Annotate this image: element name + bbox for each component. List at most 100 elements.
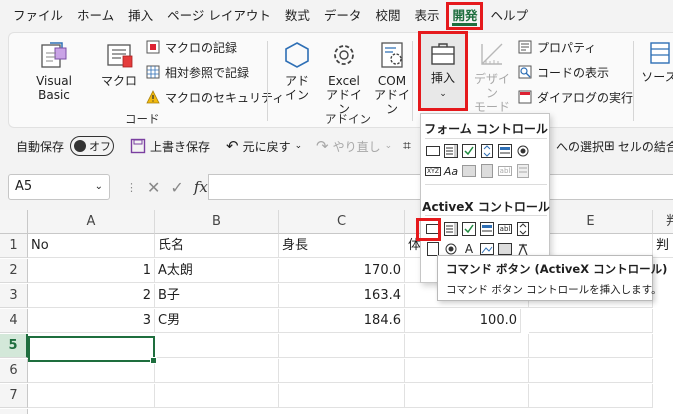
design-mode-button[interactable]: デザイン モード (469, 39, 515, 114)
form-list-box-icon[interactable] (497, 143, 513, 159)
cell-b2[interactable]: A太朗 (155, 259, 279, 283)
cell-c2[interactable]: 170.0 (279, 259, 405, 283)
cell-a6[interactable] (28, 359, 155, 383)
macro-security-button[interactable]: マクロのセキュリティ (145, 87, 284, 107)
cell-c6[interactable] (279, 359, 405, 383)
row-header-4[interactable]: 4 (0, 309, 28, 333)
cell-e6[interactable] (529, 359, 653, 383)
form-group-box-icon[interactable]: XYZ (425, 163, 441, 179)
cell-f1[interactable]: 判 (653, 234, 673, 258)
run-dialog-button[interactable]: ダイアログの実行 (517, 87, 633, 107)
form-text-field-icon[interactable]: abl (497, 163, 513, 179)
redo-button[interactable]: ↷ やり直し ⌄ (316, 130, 392, 162)
crop-icon[interactable]: ⌗ (403, 130, 411, 162)
activex-text-box-icon[interactable]: abl (497, 221, 513, 237)
form-label-icon[interactable]: Aa (443, 163, 459, 179)
cell-e4[interactable] (529, 309, 653, 333)
active-cell-a5[interactable] (28, 336, 157, 364)
insert-controls-button[interactable]: 挿入 ⌄ (418, 31, 468, 111)
relative-reference-button[interactable]: 相対参照で記録 (145, 62, 249, 82)
tab-data[interactable]: データ (317, 0, 369, 32)
row-header-1[interactable]: 1 (0, 234, 28, 258)
tab-help[interactable]: ヘルプ (483, 0, 535, 32)
tab-home[interactable]: ホーム (70, 0, 121, 32)
tab-page-layout[interactable]: ページ レイアウト (160, 0, 278, 32)
tab-insert[interactable]: 挿入 (121, 0, 160, 32)
cell-c1[interactable]: 身長 (279, 234, 405, 258)
cell-c4[interactable]: 184.6 (279, 309, 405, 333)
activex-scroll-bar-icon[interactable] (515, 221, 531, 237)
form-combo-box-icon[interactable] (443, 143, 459, 159)
cell-c3[interactable]: 163.4 (279, 284, 405, 308)
column-header-a[interactable]: A (28, 210, 155, 234)
column-header-c[interactable]: C (279, 210, 405, 234)
insert-function-icon[interactable]: fx (194, 178, 208, 196)
row-header-6[interactable]: 6 (0, 359, 28, 383)
cell-c5[interactable] (279, 334, 405, 358)
tab-formulas[interactable]: 数式 (278, 0, 317, 32)
addins-button[interactable]: アド イン (277, 39, 317, 102)
cell-d5[interactable] (405, 334, 529, 358)
cell-c7[interactable] (279, 384, 405, 408)
autosave-switch[interactable]: オフ (70, 136, 115, 156)
merge-cells-button[interactable]: ⊞ セルの結合 (604, 130, 673, 162)
name-box[interactable]: A5 ⌄ (8, 174, 110, 200)
select-all-corner[interactable] (0, 210, 28, 234)
confirm-icon[interactable]: ✓ (170, 178, 183, 197)
row-header-7[interactable]: 7 (0, 384, 28, 408)
excel-addins-button[interactable]: Excel アドイン (321, 39, 367, 116)
form-option-button-icon[interactable] (515, 143, 531, 159)
cell-d4[interactable]: 100.0 (405, 309, 521, 333)
text-box-text: abl (497, 224, 513, 234)
visual-basic-button[interactable]: Visual Basic (19, 39, 89, 102)
column-header-b[interactable]: B (155, 210, 279, 234)
tab-file[interactable]: ファイル (6, 0, 70, 32)
form-combo-list-icon[interactable] (515, 163, 531, 179)
save-button[interactable]: 上書き保存 (130, 130, 210, 162)
cell-b5[interactable] (155, 334, 279, 358)
row-header-3[interactable]: 3 (0, 284, 28, 308)
cell-a1[interactable]: No (28, 234, 155, 258)
select-objects-button[interactable]: への選択 (556, 130, 604, 162)
form-button-icon[interactable] (425, 143, 441, 159)
properties-button[interactable]: プロパティ (517, 37, 596, 57)
source-button[interactable]: ソース (639, 39, 673, 84)
form-scroll-bar-vertical-icon[interactable] (479, 163, 495, 179)
cell-a4[interactable]: 3 (28, 309, 155, 333)
cell-b4[interactable]: C男 (155, 309, 279, 333)
cell-b3[interactable]: B子 (155, 284, 279, 308)
autosave-toggle[interactable]: 自動保存 オフ (16, 130, 115, 162)
cell-d6[interactable] (405, 359, 529, 383)
form-spin-button-icon[interactable] (479, 143, 495, 159)
tab-view[interactable]: 表示 (407, 0, 446, 32)
cell-a3[interactable]: 2 (28, 284, 155, 308)
group-divider (633, 41, 634, 121)
tab-review[interactable]: 校閲 (368, 0, 407, 32)
cell-d7[interactable] (405, 384, 529, 408)
activex-list-box-icon[interactable] (479, 221, 495, 237)
row-header-5[interactable]: 5 (0, 334, 28, 358)
cell-b6[interactable] (155, 359, 279, 383)
cancel-icon[interactable]: ✕ (147, 178, 160, 197)
form-scroll-bar-icon[interactable] (461, 163, 477, 179)
cell-b7[interactable] (155, 384, 279, 408)
cell-b1[interactable]: 氏名 (155, 234, 279, 258)
chevron-down-icon[interactable]: ⌄ (95, 175, 103, 199)
cell-a7[interactable] (28, 384, 155, 408)
form-checkbox-icon[interactable] (461, 143, 477, 159)
undo-button[interactable]: ↶ 元に戻す ⌄ (226, 130, 302, 162)
cell-a2[interactable]: 1 (28, 259, 155, 283)
view-code-button[interactable]: コードの表示 (517, 62, 609, 82)
row-header-8[interactable]: 8 (0, 409, 28, 414)
tooltip-title: コマンド ボタン (ActiveX コントロール) (446, 262, 668, 276)
tab-developer[interactable]: 開発 (446, 2, 484, 30)
activex-combo-box-icon[interactable] (443, 221, 459, 237)
com-addins-button[interactable]: COM アドイン (369, 39, 415, 116)
activex-checkbox-icon[interactable] (461, 221, 477, 237)
record-macro-button[interactable]: マクロの記録 (145, 37, 237, 57)
cell-e7[interactable] (529, 384, 653, 408)
macro-button[interactable]: マクロ (97, 39, 141, 88)
cell-e5[interactable] (529, 334, 653, 358)
column-header-f[interactable]: 判 (653, 210, 673, 234)
row-header-2[interactable]: 2 (0, 259, 28, 283)
